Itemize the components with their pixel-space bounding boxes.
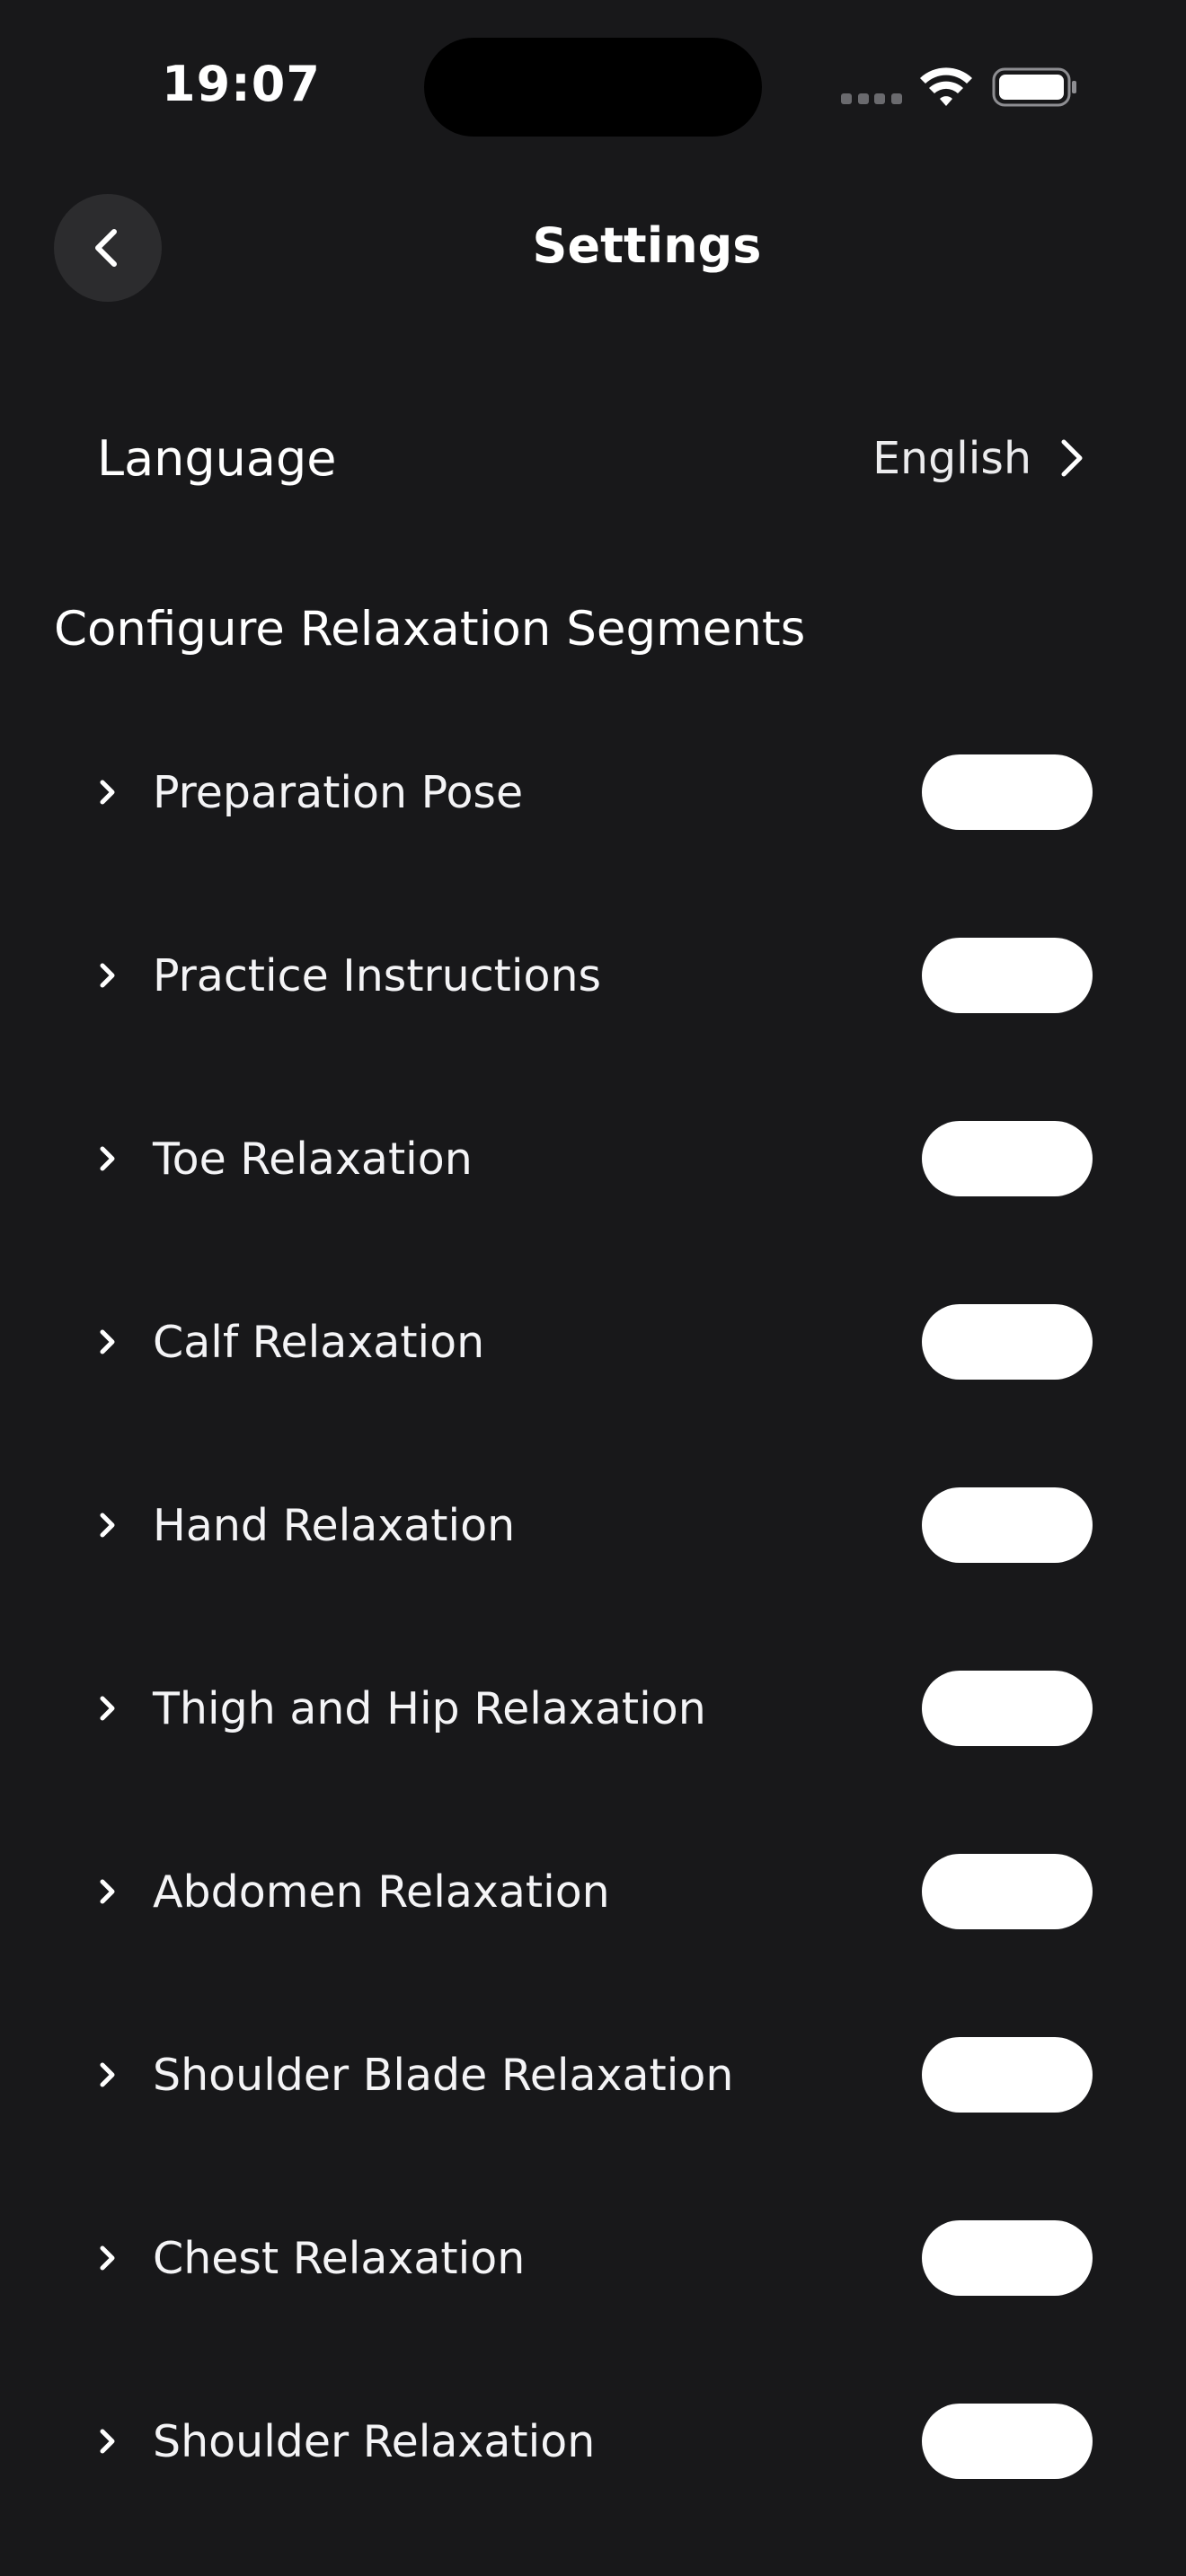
segment-label: Toe Relaxation (153, 1133, 473, 1185)
segment-label: Abdomen Relaxation (153, 1866, 610, 1918)
segment-label: Shoulder Relaxation (153, 2415, 596, 2467)
segment-row-chest-relaxation: Chest Relaxation (54, 2166, 1093, 2350)
segment-label: Shoulder Blade Relaxation (153, 2049, 734, 2101)
expand-chevron-icon[interactable] (81, 765, 135, 819)
expand-chevron-icon[interactable] (81, 2048, 135, 2102)
segment-row-hand-relaxation: Hand Relaxation (54, 1434, 1093, 1617)
segment-row-shoulder-blade-relaxation: Shoulder Blade Relaxation (54, 1983, 1093, 2166)
segment-row-practice-instructions: Practice Instructions (54, 884, 1093, 1067)
segment-toggle[interactable] (922, 2220, 1093, 2296)
wifi-icon (920, 67, 972, 106)
segment-row-shoulder-relaxation: Shoulder Relaxation (54, 2350, 1093, 2533)
segment-row-abdomen-relaxation: Abdomen Relaxation (54, 1800, 1093, 1983)
dynamic-island (424, 38, 762, 137)
segment-toggle[interactable] (922, 1487, 1093, 1563)
language-value: English (872, 432, 1031, 484)
segment-label: Calf Relaxation (153, 1316, 485, 1368)
segment-list: Preparation Pose Practice Instructions T… (54, 701, 1093, 2533)
segment-toggle[interactable] (922, 1121, 1093, 1196)
segment-row-calf-relaxation: Calf Relaxation (54, 1250, 1093, 1434)
segment-row-preparation-pose: Preparation Pose (54, 701, 1093, 884)
status-time: 19:07 (162, 56, 321, 112)
expand-chevron-icon[interactable] (81, 2231, 135, 2285)
segment-row-thigh-and-hip-relaxation: Thigh and Hip Relaxation (54, 1617, 1093, 1800)
segment-row-toe-relaxation: Toe Relaxation (54, 1067, 1093, 1250)
section-title: Configure Relaxation Segments (54, 602, 806, 657)
segment-label: Chest Relaxation (153, 2232, 526, 2284)
language-row[interactable]: Language English (54, 386, 1087, 530)
page-title: Settings (532, 217, 762, 274)
expand-chevron-icon[interactable] (81, 2414, 135, 2468)
expand-chevron-icon[interactable] (81, 1315, 135, 1369)
expand-chevron-icon[interactable] (81, 948, 135, 1002)
segment-label: Preparation Pose (153, 766, 524, 818)
segment-toggle[interactable] (922, 2404, 1093, 2479)
battery-icon (992, 67, 1076, 107)
segment-toggle[interactable] (922, 938, 1093, 1013)
segment-label: Hand Relaxation (153, 1499, 516, 1551)
expand-chevron-icon[interactable] (81, 1132, 135, 1186)
expand-chevron-icon[interactable] (81, 1681, 135, 1735)
cellular-signal-icon (841, 93, 902, 104)
status-bar: 19:07 (0, 0, 1186, 180)
segment-toggle[interactable] (922, 1671, 1093, 1746)
segment-toggle[interactable] (922, 754, 1093, 830)
chevron-right-icon (1061, 439, 1083, 477)
segment-label: Practice Instructions (153, 949, 602, 1001)
segment-label: Thigh and Hip Relaxation (153, 1682, 706, 1734)
segment-toggle[interactable] (922, 1304, 1093, 1380)
expand-chevron-icon[interactable] (81, 1498, 135, 1552)
expand-chevron-icon[interactable] (81, 1865, 135, 1919)
segment-toggle[interactable] (922, 2037, 1093, 2113)
language-label: Language (97, 429, 337, 487)
segment-toggle[interactable] (922, 1854, 1093, 1929)
